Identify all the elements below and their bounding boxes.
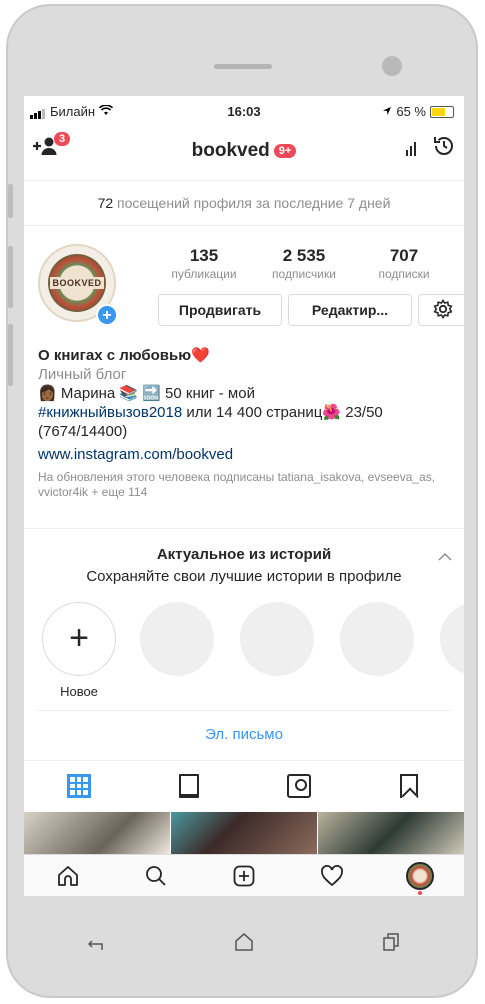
profile-stats: 135 публикации 2 535 подписчики 707 подп… — [154, 246, 454, 281]
add-story-plus-icon[interactable]: + — [96, 304, 118, 326]
add-post-icon[interactable] — [224, 856, 264, 896]
avatar-logo-text: BOOKVED — [50, 277, 104, 289]
tab-saved[interactable] — [354, 761, 464, 811]
profile-tabs — [24, 760, 464, 811]
post-thumbnail[interactable] — [318, 812, 464, 854]
website-link[interactable]: www.instagram.com/bookved — [38, 445, 458, 464]
recents-icon[interactable] — [382, 933, 400, 957]
profile-avatar-icon — [406, 862, 434, 890]
profile-tab[interactable] — [400, 856, 440, 896]
bio-line-2: или 14 400 страниц🌺 23/50 — [182, 404, 383, 421]
mute-switch — [8, 184, 13, 218]
collapse-chevron-up-icon[interactable] — [438, 548, 452, 564]
profile-name: О книгах с любовью — [38, 347, 192, 364]
followed-by-text[interactable]: На обновления этого человека подписаны t… — [38, 470, 458, 500]
new-highlight-button[interactable]: + — [42, 602, 116, 676]
system-navigation — [24, 920, 464, 970]
home-hardware-icon[interactable] — [234, 932, 254, 958]
plus-icon: + — [69, 619, 89, 657]
highlights-subtitle: Сохраняйте свои лучшие истории в профиле — [86, 568, 402, 585]
speaker — [214, 64, 272, 69]
highlights-title: Актуальное из историй — [156, 546, 332, 563]
tab-feed[interactable] — [134, 761, 244, 811]
tagged-icon — [287, 774, 311, 798]
tab-tagged[interactable] — [244, 761, 354, 811]
notification-dot — [418, 891, 422, 895]
profile-header: 3 bookved 9+ — [24, 128, 464, 168]
followers-count-value: 2 535 — [282, 246, 326, 265]
followers-count[interactable]: 2 535 подписчики — [254, 246, 354, 281]
username-switcher[interactable]: bookved 9+ — [24, 140, 464, 162]
bottom-navigation — [24, 854, 464, 896]
highlight-placeholder — [240, 602, 314, 676]
section-divider — [24, 528, 464, 529]
battery-icon — [430, 105, 454, 118]
highlight-placeholder — [440, 602, 464, 676]
profile-category: Личный блог — [38, 366, 127, 383]
edit-profile-button[interactable]: Редактир... — [288, 294, 412, 326]
highlight-placeholder — [140, 602, 214, 676]
new-highlight-label: Новое — [60, 684, 98, 699]
posts-count-label: публикации — [171, 267, 237, 281]
posts-count[interactable]: 135 публикации — [154, 246, 254, 281]
volume-down-button — [8, 324, 13, 386]
search-icon[interactable] — [136, 856, 176, 896]
settings-gear-icon — [433, 299, 453, 319]
battery-percent: 65 % — [396, 104, 426, 119]
email-button[interactable]: Эл. письмо — [36, 710, 452, 759]
posts-grid — [24, 812, 464, 854]
heart-emoji: ❤️ — [191, 347, 210, 364]
visits-text: посещений профиля за последние 7 дней — [117, 195, 391, 211]
archive-history-icon[interactable] — [432, 134, 456, 164]
feed-icon — [179, 774, 199, 798]
bio-line-1: 👩🏾 Марина 📚 🔜 50 книг - мой — [38, 385, 255, 402]
back-icon[interactable] — [87, 934, 106, 957]
location-arrow-icon — [382, 104, 392, 119]
post-thumbnail[interactable] — [24, 812, 170, 854]
bio-line-3: (7674/14400) — [38, 423, 128, 440]
profile-actions: Продвигать Редактир... — [158, 294, 464, 326]
profile-bio: О книгах с любовью❤️ Личный блог 👩🏾 Мари… — [38, 346, 458, 500]
tab-grid[interactable] — [24, 761, 134, 811]
following-count-value: 707 — [389, 246, 419, 265]
visits-count: 72 — [97, 195, 114, 211]
settings-button[interactable] — [418, 294, 464, 326]
bio-hashtag-link[interactable]: #книжныйвызов2018 — [38, 404, 182, 421]
status-bar: Билайн 16:03 65 % — [24, 96, 464, 124]
followers-count-label: подписчики — [272, 267, 336, 281]
grid-icon — [67, 774, 91, 798]
posts-count-value: 135 — [189, 246, 219, 265]
username: bookved — [191, 140, 270, 161]
home-icon[interactable] — [48, 856, 88, 896]
volume-up-button — [8, 246, 13, 308]
saved-icon — [400, 774, 418, 798]
profile-visits-banner[interactable]: 72 посещений профиля за последние 7 дней — [24, 180, 464, 226]
avatar-wreath: BOOKVED — [48, 254, 106, 312]
notifications-badge: 9+ — [273, 144, 297, 158]
promote-button[interactable]: Продвигать — [158, 294, 282, 326]
heart-icon[interactable] — [312, 856, 352, 896]
following-count[interactable]: 707 подписки — [354, 246, 454, 281]
following-count-label: подписки — [378, 267, 430, 281]
screen: Билайн 16:03 65 % 3 bookved 9+ 72 посеще… — [24, 96, 464, 896]
front-camera — [382, 56, 402, 76]
post-thumbnail[interactable] — [171, 812, 317, 854]
highlight-placeholder — [340, 602, 414, 676]
insights-icon[interactable] — [406, 142, 416, 156]
